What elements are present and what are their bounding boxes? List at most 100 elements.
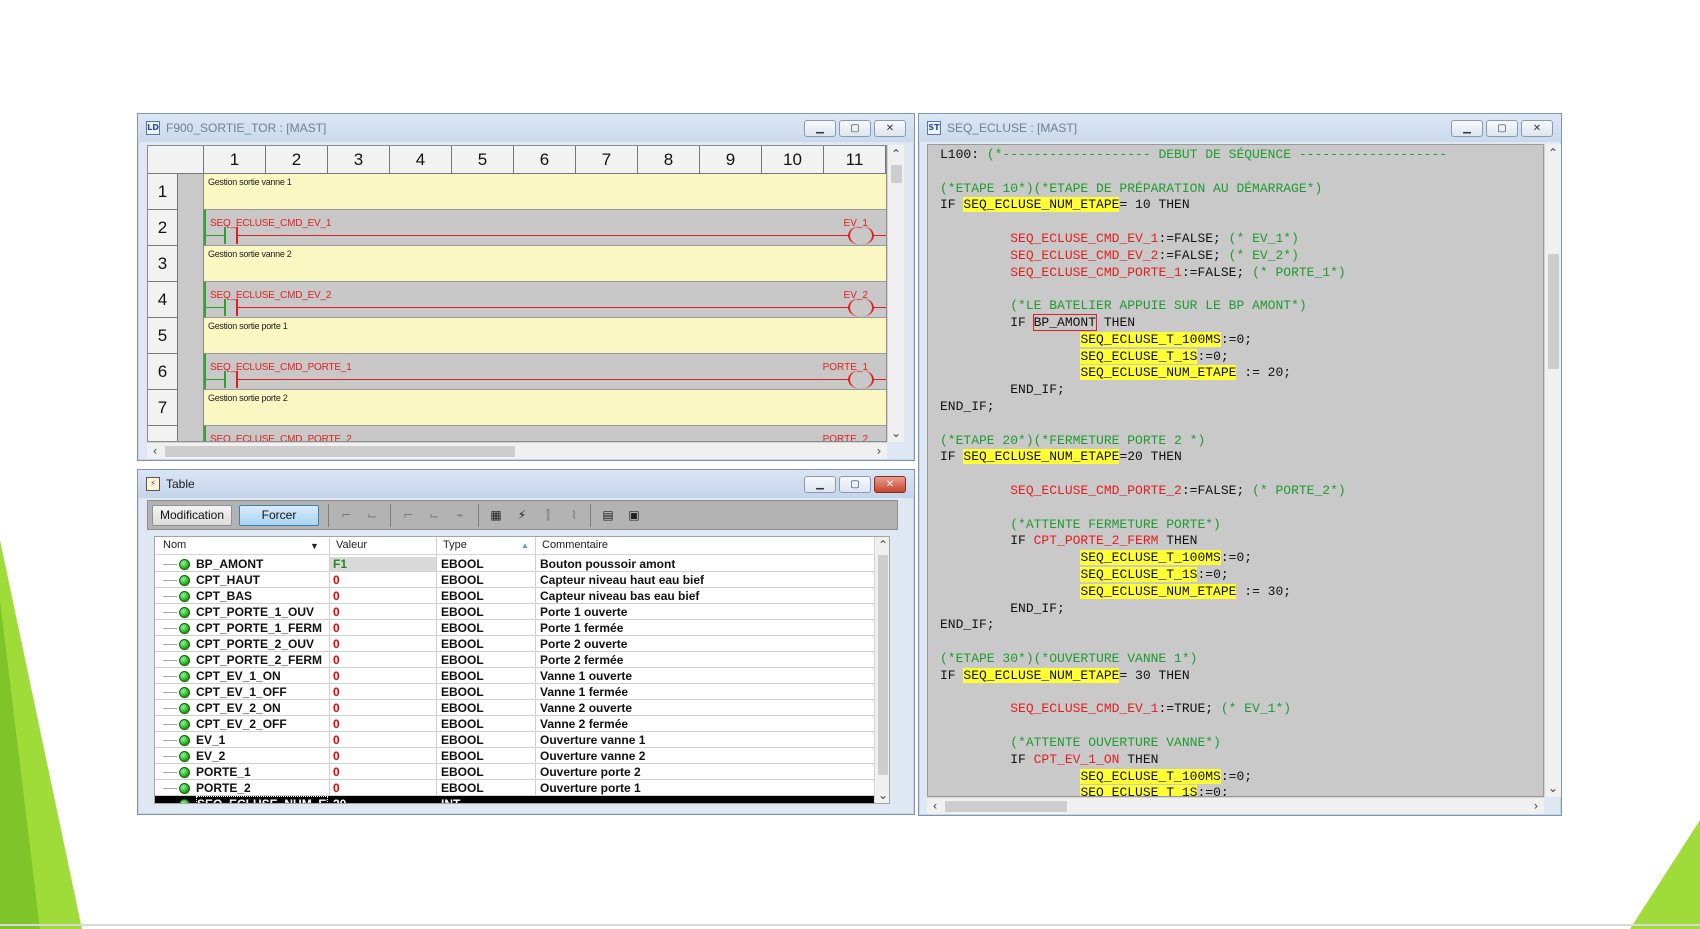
minimize-button[interactable]: ▁: [1451, 120, 1483, 137]
scroll-up-arrow-icon[interactable]: ⌃: [875, 538, 889, 552]
st-horizontal-scrollbar[interactable]: ‹ ›: [927, 797, 1544, 814]
cell-valeur[interactable]: 0: [333, 701, 433, 715]
header-valeur[interactable]: Valeur: [336, 539, 367, 551]
cell-commentaire[interactable]: Ouverture porte 2: [540, 765, 870, 779]
cell-valeur[interactable]: 0: [333, 637, 433, 651]
maximize-button[interactable]: ▢: [839, 476, 871, 493]
cell-type[interactable]: EBOOL: [441, 557, 531, 571]
scroll-up-arrow-icon[interactable]: ⌃: [888, 147, 904, 161]
table-row[interactable]: CPT_EV_1_OFF 0 EBOOL Vanne 1 fermée: [155, 684, 889, 700]
unforce-icon[interactable]: ⌁: [450, 506, 470, 525]
table-vscroll-thumb[interactable]: [878, 555, 888, 775]
scroll-down-arrow-icon[interactable]: ⌄: [875, 788, 889, 802]
set-falling-edge-icon[interactable]: ⌙: [362, 506, 382, 525]
cell-nom[interactable]: CPT_EV_1_OFF: [196, 685, 328, 699]
close-button[interactable]: ✕: [874, 476, 906, 493]
cell-nom[interactable]: CPT_BAS: [196, 589, 328, 603]
minimize-button[interactable]: ▁: [804, 476, 836, 493]
cell-nom[interactable]: EV_1: [196, 733, 328, 747]
cell-nom[interactable]: SEQ_ECLUSE_NUM_ET...: [196, 796, 328, 803]
cell-nom[interactable]: CPT_PORTE_2_FERM: [196, 653, 328, 667]
cell-valeur[interactable]: 0: [333, 621, 433, 635]
table-row[interactable]: CPT_EV_2_OFF 0 EBOOL Vanne 2 fermée: [155, 716, 889, 732]
table-row[interactable]: EV_2 0 EBOOL Ouverture vanne 2: [155, 748, 889, 764]
st-code-editor[interactable]: L100: (*------------------- DEBUT DE SÉQ…: [927, 144, 1544, 797]
header-type[interactable]: Type: [443, 539, 467, 551]
scroll-up-arrow-icon[interactable]: ⌃: [1545, 146, 1561, 160]
table-titlebar[interactable]: ⚡ Table: [138, 470, 914, 498]
cell-nom[interactable]: CPT_PORTE_1_FERM: [196, 621, 328, 635]
bracket-icon[interactable]: ⫿: [538, 506, 558, 525]
minimize-button[interactable]: ▁: [804, 120, 836, 137]
set-rising-edge-icon[interactable]: ⌐: [336, 506, 356, 525]
header-commentaire[interactable]: Commentaire: [542, 539, 608, 551]
scroll-down-arrow-icon[interactable]: ⌄: [1545, 781, 1561, 795]
contact-variable-label[interactable]: SEQ_ECLUSE_CMD_PORTE_1: [210, 362, 352, 373]
cell-type[interactable]: EBOOL: [441, 733, 531, 747]
maximize-button[interactable]: ▢: [839, 120, 871, 137]
multi-force-icon[interactable]: ⌇: [564, 506, 584, 525]
cell-valeur[interactable]: 0: [333, 765, 433, 779]
st-vertical-scrollbar[interactable]: ⌃ ⌄: [1544, 144, 1561, 797]
close-button[interactable]: ✕: [1521, 120, 1553, 137]
cell-type[interactable]: EBOOL: [441, 669, 531, 683]
cell-type[interactable]: EBOOL: [441, 765, 531, 779]
ladder-comment-rung[interactable]: Gestion sortie porte 1: [204, 318, 886, 354]
scroll-down-arrow-icon[interactable]: ⌄: [888, 426, 904, 440]
cell-commentaire[interactable]: Capteur niveau haut eau bief: [540, 573, 870, 587]
force-falling-icon[interactable]: ⌙: [424, 506, 444, 525]
cell-valeur[interactable]: 0: [333, 685, 433, 699]
cell-commentaire[interactable]: Porte 1 fermée: [540, 621, 870, 635]
cell-valeur[interactable]: F1: [330, 557, 436, 571]
cell-valeur[interactable]: 0: [333, 733, 433, 747]
ladder-logic-rung[interactable]: SEQ_ECLUSE_CMD_PORTE_1 PORTE_1: [204, 354, 886, 390]
cell-valeur[interactable]: 0: [333, 749, 433, 763]
table-row[interactable]: SEQ_ECLUSE_NUM_ET... 20 INT: [155, 796, 889, 803]
properties-icon[interactable]: ▣: [624, 506, 644, 525]
cell-commentaire[interactable]: Capteur niveau bas eau bief: [540, 589, 870, 603]
force-rising-icon[interactable]: ⌐: [398, 506, 418, 525]
cell-valeur[interactable]: 0: [333, 781, 433, 795]
cell-commentaire[interactable]: Vanne 2 fermée: [540, 717, 870, 731]
close-button[interactable]: ✕: [874, 120, 906, 137]
table-row[interactable]: CPT_EV_2_ON 0 EBOOL Vanne 2 ouverte: [155, 700, 889, 716]
coil-variable-label[interactable]: EV_1: [844, 218, 868, 229]
cell-type[interactable]: EBOOL: [441, 749, 531, 763]
cell-commentaire[interactable]: Ouverture vanne 2: [540, 749, 870, 763]
table-row[interactable]: CPT_HAUT 0 EBOOL Capteur niveau haut eau bi…: [155, 572, 889, 588]
forcer-button[interactable]: Forcer: [239, 505, 319, 526]
cell-type[interactable]: EBOOL: [441, 653, 531, 667]
table-row[interactable]: PORTE_2 0 EBOOL Ouverture porte 1: [155, 780, 889, 796]
ladder-hscroll-thumb[interactable]: [165, 446, 515, 457]
grid-icon[interactable]: ▦: [486, 506, 506, 525]
contact-variable-label[interactable]: SEQ_ECLUSE_CMD_PORTE_2: [210, 434, 352, 441]
cell-commentaire[interactable]: Porte 2 fermée: [540, 653, 870, 667]
table-row[interactable]: CPT_PORTE_1_FERM 0 EBOOL Porte 1 fermée: [155, 620, 889, 636]
display-mode-icon[interactable]: ▤: [598, 506, 618, 525]
cell-type[interactable]: EBOOL: [441, 701, 531, 715]
cell-commentaire[interactable]: Porte 1 ouverte: [540, 605, 870, 619]
cell-nom[interactable]: PORTE_1: [196, 765, 328, 779]
coil-variable-label[interactable]: EV_2: [844, 290, 868, 301]
cell-nom[interactable]: BP_AMONT: [196, 557, 328, 571]
cell-nom[interactable]: CPT_EV_1_ON: [196, 669, 328, 683]
cell-valeur[interactable]: 0: [333, 717, 433, 731]
cell-type[interactable]: EBOOL: [441, 781, 531, 795]
cell-nom[interactable]: CPT_EV_2_OFF: [196, 717, 328, 731]
cell-valeur[interactable]: 0: [333, 605, 433, 619]
ladder-horizontal-scrollbar[interactable]: ‹ ›: [147, 442, 887, 459]
cell-type[interactable]: EBOOL: [441, 717, 531, 731]
ladder-logic-rung[interactable]: SEQ_ECLUSE_CMD_EV_2 EV_2: [204, 282, 886, 318]
st-hscroll-thumb[interactable]: [945, 801, 1067, 812]
ladder-titlebar[interactable]: LD F900_SORTIE_TOR : [MAST]: [138, 114, 914, 142]
cell-commentaire[interactable]: Bouton poussoir amont: [540, 557, 870, 571]
scroll-right-arrow-icon[interactable]: ›: [871, 444, 887, 458]
ladder-comment-rung[interactable]: Gestion sortie vanne 1: [204, 174, 886, 210]
cell-type[interactable]: EBOOL: [441, 685, 531, 699]
table-row[interactable]: BP_AMONT F1 EBOOL Bouton poussoir amont: [155, 556, 889, 572]
table-row[interactable]: EV_1 0 EBOOL Ouverture vanne 1: [155, 732, 889, 748]
contact-variable-label[interactable]: SEQ_ECLUSE_CMD_EV_2: [210, 290, 331, 301]
ladder-logic-rung[interactable]: SEQ_ECLUSE_CMD_EV_1 EV_1: [204, 210, 886, 246]
cell-nom[interactable]: PORTE_2: [196, 781, 328, 795]
cell-nom[interactable]: CPT_PORTE_1_OUV: [196, 605, 328, 619]
